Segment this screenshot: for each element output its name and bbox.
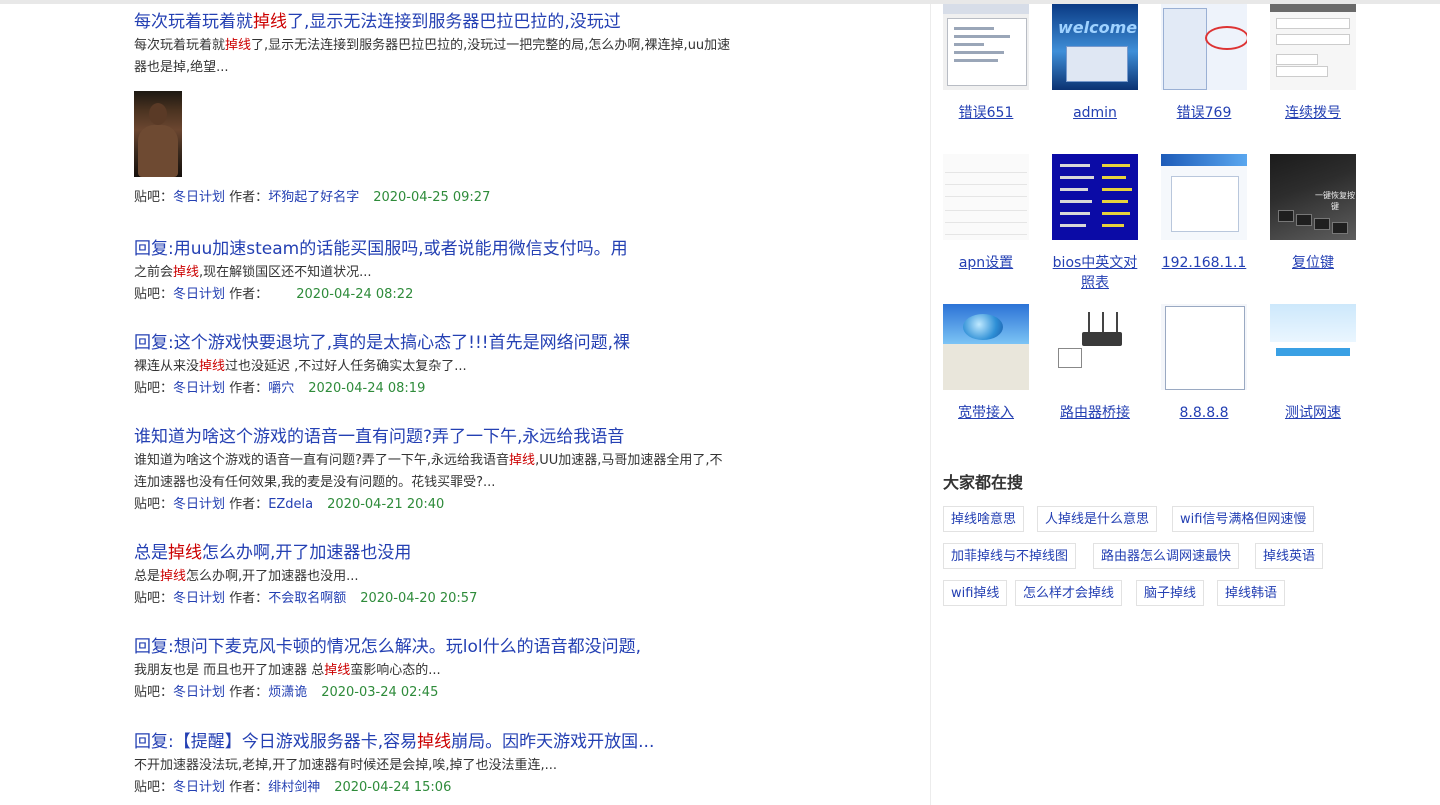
forum-link[interactable]: 冬日计划 bbox=[173, 685, 225, 700]
result-abstract: 不开加速器没法玩,老掉,开了加速器有时候还是会掉,唉,掉了也没法重连,... bbox=[134, 758, 558, 773]
image-caption[interactable]: apn设置 bbox=[943, 253, 1029, 273]
result-thumbnail[interactable] bbox=[134, 91, 182, 177]
image-caption[interactable]: admin bbox=[1052, 103, 1138, 123]
image-card: 错误651 bbox=[943, 4, 1029, 123]
hot-search-tag[interactable]: 掉线英语 bbox=[1255, 543, 1324, 569]
image-card: 8.8.8.8 bbox=[1161, 304, 1247, 423]
image-card: 测试网速 bbox=[1270, 304, 1356, 423]
result-item: 回复:这个游戏快要退坑了,真的是太搞心态了!!!首先是网络问题,裸 裸连从来没掉… bbox=[134, 331, 734, 400]
image-caption[interactable]: 复位键 bbox=[1270, 253, 1356, 273]
hot-search-tag[interactable]: 掉线啥意思 bbox=[943, 506, 1025, 532]
image-card: 路由器桥接 bbox=[1052, 304, 1138, 423]
image-card: bios中英文对照表 bbox=[1052, 154, 1138, 293]
result-item: 回复:想问下麦克风卡顿的情况怎么解决。玩lol什么的语音都没问题, 我朋友也是 … bbox=[134, 635, 734, 704]
image-thumbnail[interactable] bbox=[1270, 4, 1356, 90]
result-meta: 贴吧：冬日计划 作者：坏狗起了好名字 2020-04-25 09:27 bbox=[134, 190, 491, 205]
hot-search-tag[interactable]: wifi信号满格但网速慢 bbox=[1172, 506, 1315, 532]
result-item: 谁知道为啥这个游戏的语音一直有问题?弄了一下午,永远给我语音 谁知道为啥这个游戏… bbox=[134, 425, 734, 516]
hot-search-tag[interactable]: 人掉线是什么意思 bbox=[1037, 506, 1158, 532]
image-caption[interactable]: 路由器桥接 bbox=[1052, 403, 1138, 423]
image-card: 错误769 bbox=[1161, 4, 1247, 123]
image-card: 连续拨号 bbox=[1270, 4, 1356, 123]
author-link[interactable]: 坏狗起了好名字 bbox=[268, 190, 359, 205]
image-thumbnail[interactable] bbox=[1161, 4, 1247, 90]
result-title[interactable]: 回复:这个游戏快要退坑了,真的是太搞心态了!!!首先是网络问题,裸 bbox=[134, 331, 734, 355]
post-time: 2020-03-24 02:45 bbox=[321, 685, 439, 700]
forum-link[interactable]: 冬日计划 bbox=[173, 591, 225, 606]
result-title[interactable]: 总是掉线怎么办啊,开了加速器也没用 bbox=[134, 541, 734, 565]
hot-search-tag[interactable]: 掉线韩语 bbox=[1217, 580, 1286, 606]
post-time: 2020-04-20 20:57 bbox=[360, 591, 478, 606]
hot-searches-title: 大家都在搜 bbox=[943, 473, 1024, 492]
result-meta: 贴吧：冬日计划 作者： 2020-04-24 08:22 bbox=[134, 287, 414, 302]
post-time: 2020-04-25 09:27 bbox=[373, 190, 491, 205]
result-title[interactable]: 每次玩着玩着就掉线了,显示无法连接到服务器巴拉巴拉的,没玩过 bbox=[134, 10, 734, 34]
result-meta: 贴吧：冬日计划 作者：不会取名啊额 2020-04-20 20:57 bbox=[134, 591, 478, 606]
post-time: 2020-04-21 20:40 bbox=[327, 497, 445, 512]
author-link[interactable]: 嚼穴 bbox=[268, 381, 294, 396]
image-caption[interactable]: 宽带接入 bbox=[943, 403, 1029, 423]
image-thumbnail[interactable] bbox=[1052, 154, 1138, 240]
forum-link[interactable]: 冬日计划 bbox=[173, 780, 225, 795]
post-time: 2020-04-24 15:06 bbox=[334, 780, 452, 795]
result-item: 总是掉线怎么办啊,开了加速器也没用 总是掉线怎么办啊,开了加速器也没用... 贴… bbox=[134, 541, 734, 610]
image-card: 192.168.1.1 bbox=[1161, 154, 1247, 273]
image-caption[interactable]: 错误651 bbox=[943, 103, 1029, 123]
result-abstract: 每次玩着玩着就掉线了,显示无法连接到服务器巴拉巴拉的,没玩过一把完整的局,怎么办… bbox=[134, 38, 731, 75]
image-caption[interactable]: 测试网速 bbox=[1270, 403, 1356, 423]
forum-link[interactable]: 冬日计划 bbox=[173, 381, 225, 396]
result-meta: 贴吧：冬日计划 作者：EZdela 2020-04-21 20:40 bbox=[134, 497, 445, 512]
result-item: 回复:用uu加速steam的话能买国服吗,或者说能用微信支付吗。用 之前会掉线,… bbox=[134, 237, 734, 306]
author-link[interactable]: 绯村剑神 bbox=[268, 780, 320, 795]
result-item: 每次玩着玩着就掉线了,显示无法连接到服务器巴拉巴拉的,没玩过 每次玩着玩着就掉线… bbox=[134, 10, 734, 209]
image-card: 一键恢复按键 复位键 bbox=[1270, 154, 1356, 273]
result-abstract: 我朋友也是 而且也开了加速器 总掉线蛮影响心态的... bbox=[134, 663, 441, 678]
hot-search-tag[interactable]: 脑子掉线 bbox=[1136, 580, 1205, 606]
image-caption[interactable]: 8.8.8.8 bbox=[1161, 403, 1247, 423]
image-card: 宽带接入 bbox=[943, 304, 1029, 423]
image-caption[interactable]: 192.168.1.1 bbox=[1161, 253, 1247, 273]
image-thumbnail[interactable]: 一键恢复按键 bbox=[1270, 154, 1356, 240]
result-title[interactable]: 谁知道为啥这个游戏的语音一直有问题?弄了一下午,永远给我语音 bbox=[134, 425, 734, 449]
hot-search-tag[interactable]: 加菲掉线与不掉线图 bbox=[943, 543, 1077, 569]
forum-link[interactable]: 冬日计划 bbox=[173, 287, 225, 302]
author-link[interactable]: 烦潇诡 bbox=[268, 685, 307, 700]
image-caption[interactable]: 连续拨号 bbox=[1270, 103, 1356, 123]
image-thumbnail[interactable] bbox=[943, 304, 1029, 390]
result-abstract: 裸连从来没掉线过也没延迟 ,不过好人任务确实太复杂了... bbox=[134, 359, 467, 374]
result-title[interactable]: 回复:用uu加速steam的话能买国服吗,或者说能用微信支付吗。用 bbox=[134, 237, 734, 261]
image-card: welcome admin bbox=[1052, 4, 1138, 123]
result-abstract: 之前会掉线,现在解锁国区还不知道状况... bbox=[134, 265, 372, 280]
forum-link[interactable]: 冬日计划 bbox=[173, 190, 225, 205]
image-thumbnail[interactable] bbox=[1270, 304, 1356, 390]
image-thumbnail[interactable] bbox=[943, 154, 1029, 240]
post-time: 2020-04-24 08:19 bbox=[308, 381, 426, 396]
result-meta: 贴吧：冬日计划 作者：嚼穴 2020-04-24 08:19 bbox=[134, 381, 426, 396]
hot-search-tag[interactable]: 路由器怎么调网速最快 bbox=[1093, 543, 1240, 569]
result-abstract: 总是掉线怎么办啊,开了加速器也没用... bbox=[134, 569, 359, 584]
image-thumbnail[interactable] bbox=[1161, 154, 1247, 240]
author-link[interactable]: 不会取名啊额 bbox=[268, 591, 346, 606]
forum-link[interactable]: 冬日计划 bbox=[173, 497, 225, 512]
image-thumbnail[interactable] bbox=[943, 4, 1029, 90]
image-thumbnail[interactable] bbox=[1161, 304, 1247, 390]
result-item: 回复:【提醒】今日游戏服务器卡,容易掉线崩局。因昨天游戏开放国... 不开加速器… bbox=[134, 730, 734, 799]
image-caption[interactable]: 错误769 bbox=[1161, 103, 1247, 123]
post-time: 2020-04-24 08:22 bbox=[296, 287, 414, 302]
image-thumbnail[interactable]: welcome bbox=[1052, 4, 1138, 90]
result-title[interactable]: 回复:【提醒】今日游戏服务器卡,容易掉线崩局。因昨天游戏开放国... bbox=[134, 730, 734, 754]
hot-search-tag[interactable]: wifi掉线 bbox=[943, 580, 1008, 606]
image-caption[interactable]: bios中英文对照表 bbox=[1052, 253, 1138, 293]
result-meta: 贴吧：冬日计划 作者：烦潇诡 2020-03-24 02:45 bbox=[134, 685, 439, 700]
image-thumbnail[interactable] bbox=[1052, 304, 1138, 390]
result-title[interactable]: 回复:想问下麦克风卡顿的情况怎么解决。玩lol什么的语音都没问题, bbox=[134, 635, 734, 659]
result-meta: 贴吧：冬日计划 作者：绯村剑神 2020-04-24 15:06 bbox=[134, 780, 452, 795]
image-card: apn设置 bbox=[943, 154, 1029, 273]
column-divider bbox=[930, 4, 931, 805]
hot-search-tag[interactable]: 怎么样才会掉线 bbox=[1015, 580, 1123, 606]
result-abstract: 谁知道为啥这个游戏的语音一直有问题?弄了一下午,永远给我语音掉线,UU加速器,马… bbox=[134, 453, 723, 490]
author-link[interactable]: EZdela bbox=[268, 497, 313, 512]
